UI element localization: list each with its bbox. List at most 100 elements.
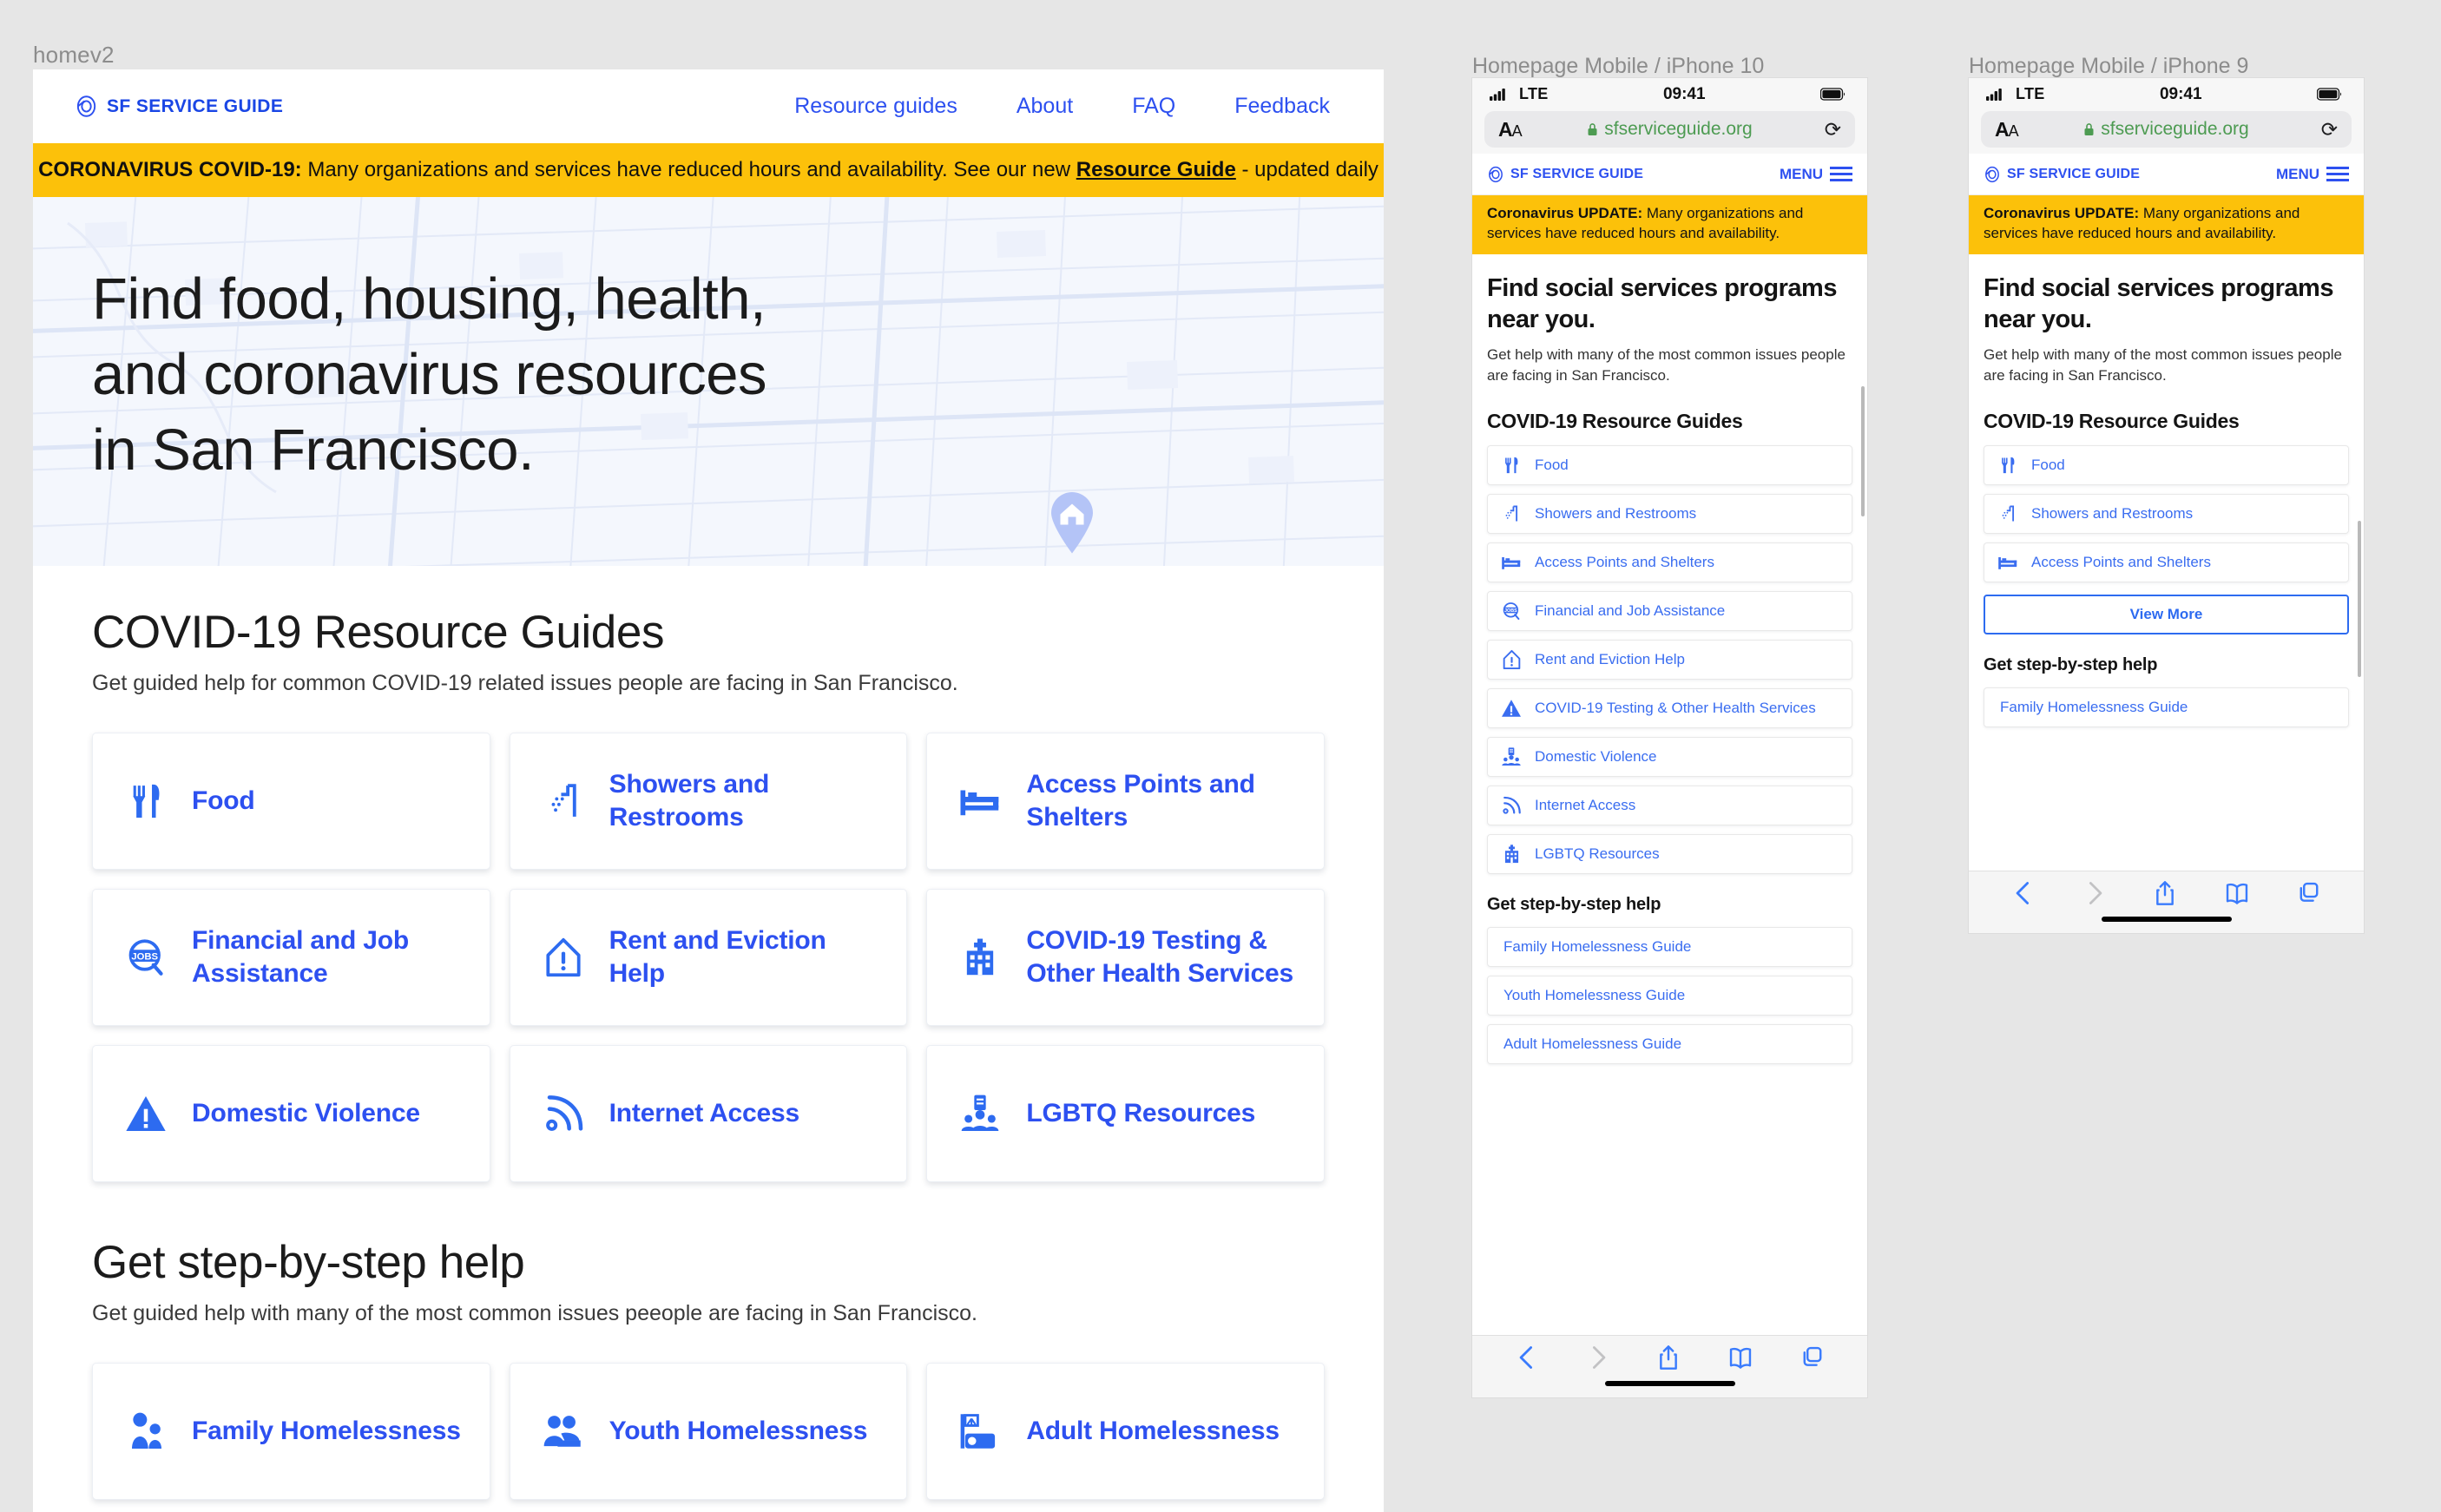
step-card-family-homelessness[interactable]: Family Homelessness bbox=[92, 1363, 490, 1500]
back-chevron-icon[interactable] bbox=[2012, 880, 2035, 906]
adult-shelter-icon bbox=[957, 1408, 1003, 1455]
url-pill[interactable]: AA sfserviceguide.org ⟳ bbox=[1981, 111, 2352, 148]
mobile-guide-access-points-and-shelters[interactable]: Access Points and Shelters bbox=[1487, 542, 1852, 582]
mobile-step-family-homelessness-guide[interactable]: Family Homelessness Guide bbox=[1487, 926, 1852, 967]
share-icon[interactable] bbox=[1657, 1344, 1680, 1371]
food-icon bbox=[122, 778, 169, 825]
mobile-guide-domestic-violence[interactable]: Domestic Violence bbox=[1487, 736, 1852, 777]
guide-card-access-points-and-shelters[interactable]: Access Points and Shelters bbox=[926, 733, 1325, 870]
guide-card-internet-access[interactable]: Internet Access bbox=[509, 1045, 908, 1182]
mobile-guides-list: Food Showers and Restrooms Access Points… bbox=[1984, 444, 2349, 582]
shower-icon bbox=[1500, 503, 1523, 525]
guides-heading: COVID-19 Resource Guides bbox=[92, 607, 665, 658]
mobile-guide-food[interactable]: Food bbox=[1984, 444, 2349, 485]
guide-card-food[interactable]: Food bbox=[92, 733, 490, 870]
guide-card-label: Domestic Violence bbox=[192, 1098, 420, 1127]
back-chevron-icon[interactable] bbox=[1516, 1344, 1538, 1371]
step-card-label: Youth Homelessness bbox=[609, 1416, 868, 1445]
guide-card-domestic-violence[interactable]: Domestic Violence bbox=[92, 1045, 490, 1182]
mobile-guide-label: Internet Access bbox=[1535, 796, 1636, 813]
warning-triangle-icon bbox=[122, 1090, 169, 1137]
mobile-site-header: SF SERVICE GUIDE MENU bbox=[1969, 154, 2364, 195]
guide-card-covid-19-testing-health-services[interactable]: COVID-19 Testing & Other Health Services bbox=[926, 889, 1325, 1026]
url-text: sfserviceguide.org bbox=[1604, 119, 1753, 139]
mobile-guide-label: Food bbox=[2031, 456, 2065, 473]
mobile-step-label: Family Homelessness Guide bbox=[2000, 698, 2188, 715]
covid-guides-section: COVID-19 Resource Guides Get guided help… bbox=[33, 606, 1384, 1182]
mobile-guide-access-points-and-shelters[interactable]: Access Points and Shelters bbox=[1984, 542, 2349, 582]
mobile-guide-covid-19-testing-health-services[interactable]: COVID-19 Testing & Other Health Services bbox=[1487, 687, 1852, 728]
forward-chevron-icon bbox=[1592, 1346, 1605, 1369]
guide-card-rent-and-eviction-help[interactable]: Rent and Eviction Help bbox=[509, 889, 908, 1026]
nav-link-faq[interactable]: FAQ bbox=[1132, 94, 1175, 119]
mobile-guide-financial-and-job-assistance[interactable]: JOBS Financial and Job Assistance bbox=[1487, 590, 1852, 631]
guide-card-lgbtq-resources[interactable]: LGBTQ Resources bbox=[926, 1045, 1325, 1182]
mobile-step-label: Youth Homelessness Guide bbox=[1503, 986, 1686, 1003]
site-logo[interactable]: SF SERVICE GUIDE bbox=[75, 95, 283, 118]
bed-icon bbox=[1997, 551, 2019, 574]
mobile-step-youth-homelessness-guide[interactable]: Youth Homelessness Guide bbox=[1487, 975, 1852, 1016]
hero-heading: Find food, housing, health, and coronavi… bbox=[33, 197, 866, 488]
nav-link-feedback[interactable]: Feedback bbox=[1234, 94, 1330, 119]
lock-icon bbox=[1588, 123, 1597, 135]
mobile-menu-button[interactable]: MENU bbox=[2276, 166, 2349, 183]
url-text-wrap: sfserviceguide.org bbox=[1484, 119, 1855, 140]
share-icon[interactable] bbox=[2154, 880, 2176, 906]
carrier-label: LTE bbox=[1519, 85, 1549, 102]
jobs-icon: JOBS bbox=[122, 934, 169, 981]
page-scrollbar[interactable] bbox=[1861, 386, 1865, 516]
mobile-guide-rent-and-eviction-help[interactable]: Rent and Eviction Help bbox=[1487, 639, 1852, 680]
hospital-icon bbox=[1500, 843, 1523, 865]
home-indicator bbox=[1604, 1381, 1735, 1386]
mobile-guide-showers-and-restrooms[interactable]: Showers and Restrooms bbox=[1984, 493, 2349, 534]
step-card-label: Adult Homelessness bbox=[1026, 1416, 1280, 1445]
reload-icon[interactable]: ⟳ bbox=[1825, 118, 1841, 141]
nav-link-resource-guides[interactable]: Resource guides bbox=[794, 94, 957, 119]
mobile-steps-list: Family Homelessness Guide Youth Homeless… bbox=[1487, 926, 1852, 1064]
mobile-banner-strong: Coronavirus UPDATE: bbox=[1487, 205, 1643, 221]
bookmarks-book-icon[interactable] bbox=[2225, 880, 2249, 906]
banner-resource-guide-link[interactable]: Resource Guide bbox=[1076, 158, 1236, 181]
step-card-adult-homelessness[interactable]: Adult Homelessness bbox=[926, 1363, 1325, 1500]
step-card-youth-homelessness[interactable]: Youth Homelessness bbox=[509, 1363, 908, 1500]
tabs-icon[interactable] bbox=[1801, 1344, 1824, 1371]
food-icon bbox=[1500, 454, 1523, 477]
mobile-guide-label: LGBTQ Resources bbox=[1535, 845, 1660, 862]
mobile-site-logo[interactable]: SF SERVICE GUIDE bbox=[1984, 166, 2140, 183]
mobile-brand-name: SF SERVICE GUIDE bbox=[2007, 166, 2141, 181]
mobile-guide-internet-access[interactable]: Internet Access bbox=[1487, 785, 1852, 825]
battery-icon bbox=[2316, 88, 2342, 101]
url-pill[interactable]: AA sfserviceguide.org ⟳ bbox=[1484, 111, 1855, 148]
nav-link-about[interactable]: About bbox=[1017, 94, 1073, 119]
mobile-guides-heading: COVID-19 Resource Guides bbox=[1487, 409, 1743, 432]
mobile-menu-label: MENU bbox=[1779, 165, 1823, 182]
mobile-step-family-homelessness-guide[interactable]: Family Homelessness Guide bbox=[1984, 687, 2349, 727]
mobile-step-adult-homelessness-guide[interactable]: Adult Homelessness Guide bbox=[1487, 1023, 1852, 1064]
guide-card-financial-and-job-assistance[interactable]: JOBS Financial and Job Assistance bbox=[92, 889, 490, 1026]
mobile-step-label: Family Homelessness Guide bbox=[1503, 937, 1692, 955]
mobile-guide-lgbtq-resources[interactable]: LGBTQ Resources bbox=[1487, 833, 1852, 874]
wifi-icon bbox=[540, 1090, 587, 1137]
mobile-guide-label: Rent and Eviction Help bbox=[1535, 650, 1685, 667]
mobile-hero-title: Find social services programs near you. bbox=[1984, 273, 2333, 333]
shower-icon bbox=[1997, 503, 2019, 525]
status-bar-time: 09:41 bbox=[1662, 84, 1706, 103]
page-scrollbar[interactable] bbox=[2358, 521, 2361, 677]
bookmarks-book-icon[interactable] bbox=[1728, 1344, 1753, 1371]
mobile-1-artboard-label: Homepage Mobile / iPhone 10 bbox=[1472, 54, 1765, 78]
mobile-menu-button[interactable]: MENU bbox=[1780, 166, 1852, 183]
reload-icon[interactable]: ⟳ bbox=[2321, 118, 2338, 141]
mobile-guide-label: Access Points and Shelters bbox=[1535, 553, 1714, 570]
mobile-site-logo[interactable]: SF SERVICE GUIDE bbox=[1487, 166, 1643, 183]
mobile-guide-label: Financial and Job Assistance bbox=[1535, 602, 1726, 619]
tabs-icon[interactable] bbox=[2298, 880, 2320, 906]
browser-url-bar: AA sfserviceguide.org ⟳ bbox=[1472, 110, 1867, 154]
mobile-banner-strong: Coronavirus UPDATE: bbox=[1984, 205, 2140, 221]
guide-card-showers-and-restrooms[interactable]: Showers and Restrooms bbox=[509, 733, 908, 870]
mobile-guide-food[interactable]: Food bbox=[1487, 444, 1852, 485]
hospital-icon bbox=[957, 934, 1003, 981]
mobile-guide-showers-and-restrooms[interactable]: Showers and Restrooms bbox=[1487, 493, 1852, 534]
guide-card-label: Internet Access bbox=[609, 1098, 800, 1127]
view-more-button[interactable]: View More bbox=[1984, 594, 2349, 634]
status-bar-time: 09:41 bbox=[2159, 84, 2202, 103]
